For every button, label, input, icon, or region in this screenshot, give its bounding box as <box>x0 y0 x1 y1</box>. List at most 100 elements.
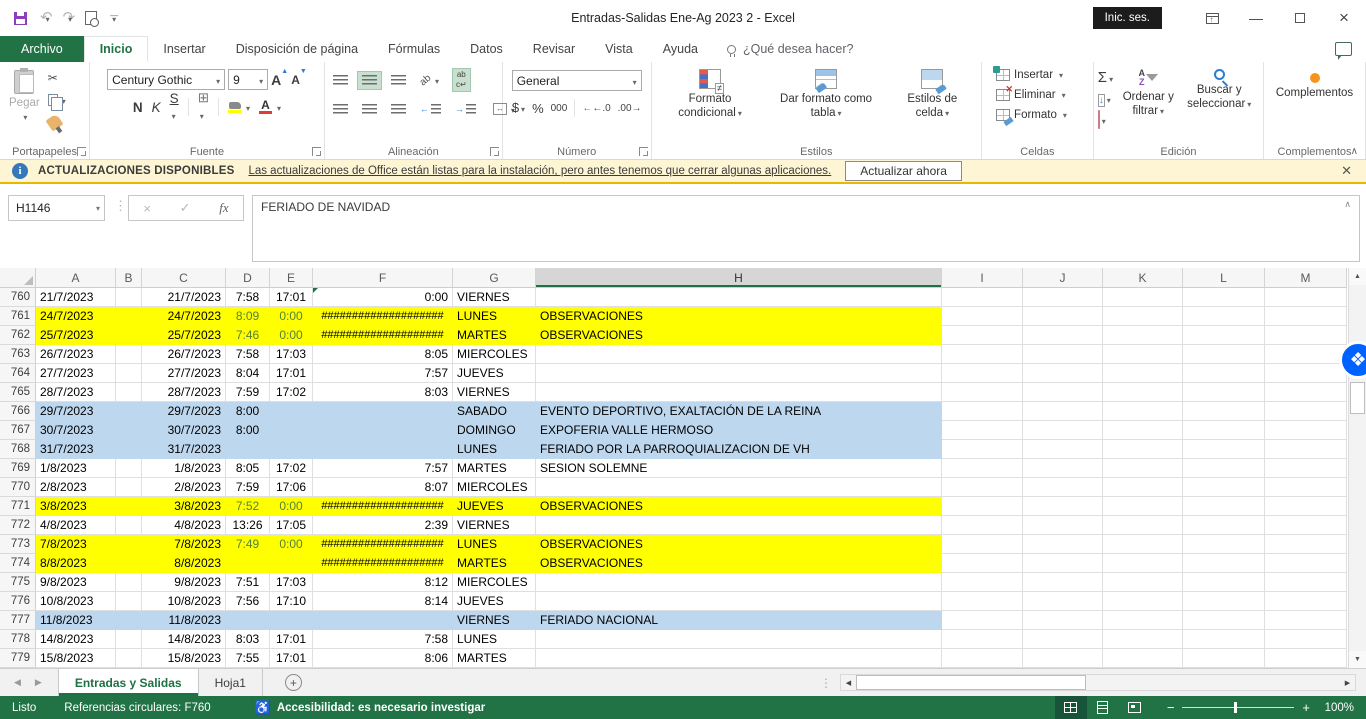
cell-B773[interactable] <box>116 535 142 554</box>
row-header-760[interactable]: 760 <box>0 288 36 307</box>
cell-B769[interactable] <box>116 459 142 478</box>
font-dialog-launcher[interactable] <box>312 147 321 156</box>
cell-M779[interactable] <box>1265 649 1347 668</box>
cell-E769[interactable]: 17:02 <box>270 459 313 478</box>
cell-E760[interactable]: 17:01 <box>270 288 313 307</box>
cell-L771[interactable] <box>1183 497 1265 516</box>
cell-F774[interactable]: #################### <box>313 554 453 573</box>
cell-M775[interactable] <box>1265 573 1347 592</box>
cell-H776[interactable] <box>536 592 942 611</box>
cell-A767[interactable]: 30/7/2023 <box>36 421 116 440</box>
cell-A776[interactable]: 10/8/2023 <box>36 592 116 611</box>
cell-K767[interactable] <box>1103 421 1183 440</box>
cell-B761[interactable] <box>116 307 142 326</box>
cell-C772[interactable]: 4/8/2023 <box>142 516 226 535</box>
cell-H761[interactable]: OBSERVACIONES <box>536 307 942 326</box>
cell-F777[interactable] <box>313 611 453 630</box>
cell-D774[interactable] <box>226 554 270 573</box>
cell-B777[interactable] <box>116 611 142 630</box>
cell-L778[interactable] <box>1183 630 1265 649</box>
cell-E776[interactable]: 17:10 <box>270 592 313 611</box>
column-header-L[interactable]: L <box>1183 268 1265 288</box>
fill-button[interactable]: ↓ <box>1098 90 1113 108</box>
cell-G765[interactable]: VIERNES <box>453 383 536 402</box>
column-header-H[interactable]: H <box>536 268 942 288</box>
cell-K771[interactable] <box>1103 497 1183 516</box>
cell-G767[interactable]: DOMINGO <box>453 421 536 440</box>
cell-L760[interactable] <box>1183 288 1265 307</box>
cell-L768[interactable] <box>1183 440 1265 459</box>
cell-I760[interactable] <box>942 288 1023 307</box>
cell-I775[interactable] <box>942 573 1023 592</box>
cell-L775[interactable] <box>1183 573 1265 592</box>
ribbon-tab-datos[interactable]: Datos <box>455 36 518 62</box>
cell-E761[interactable]: 0:00 <box>270 307 313 326</box>
cell-H770[interactable] <box>536 478 942 497</box>
cell-F766[interactable] <box>313 402 453 421</box>
cell-C764[interactable]: 27/7/2023 <box>142 364 226 383</box>
cell-A764[interactable]: 27/7/2023 <box>36 364 116 383</box>
cell-F760[interactable]: 0:00 <box>313 288 453 307</box>
cell-F762[interactable]: #################### <box>313 326 453 345</box>
restore-button[interactable] <box>1278 0 1322 36</box>
scrollbar-resize-handle[interactable]: ⋮ <box>820 676 832 690</box>
cell-F761[interactable]: #################### <box>313 307 453 326</box>
row-header-769[interactable]: 769 <box>0 459 36 478</box>
insert-function-icon[interactable]: fx <box>219 200 228 216</box>
cell-K769[interactable] <box>1103 459 1183 478</box>
undo-button[interactable]: ↶ <box>40 9 50 27</box>
column-header-F[interactable]: F <box>313 268 453 288</box>
cell-M776[interactable] <box>1265 592 1347 611</box>
cell-A765[interactable]: 28/7/2023 <box>36 383 116 402</box>
cancel-icon[interactable]: × <box>143 201 151 216</box>
cell-F778[interactable]: 7:58 <box>313 630 453 649</box>
cell-D766[interactable]: 8:00 <box>226 402 270 421</box>
cell-F767[interactable] <box>313 421 453 440</box>
cell-M762[interactable] <box>1265 326 1347 345</box>
column-header-D[interactable]: D <box>226 268 270 288</box>
save-icon[interactable] <box>14 12 27 25</box>
cell-C766[interactable]: 29/7/2023 <box>142 402 226 421</box>
cell-C762[interactable]: 25/7/2023 <box>142 326 226 345</box>
cell-G772[interactable]: VIERNES <box>453 516 536 535</box>
cell-C770[interactable]: 2/8/2023 <box>142 478 226 497</box>
cell-D768[interactable] <box>226 440 270 459</box>
cell-H777[interactable]: FERIADO NACIONAL <box>536 611 942 630</box>
ribbon-tab-revisar[interactable]: Revisar <box>518 36 590 62</box>
copy-button[interactable] <box>45 91 69 109</box>
cell-I771[interactable] <box>942 497 1023 516</box>
cell-E774[interactable] <box>270 554 313 573</box>
cell-E779[interactable]: 17:01 <box>270 649 313 668</box>
increase-decimal-button[interactable]: ←←.0 <box>582 103 610 114</box>
row-header-767[interactable]: 767 <box>0 421 36 440</box>
italic-button[interactable]: K <box>152 100 161 115</box>
format-painter-button[interactable] <box>45 113 69 131</box>
conditional-formatting-button[interactable]: Formato condicional <box>656 65 765 125</box>
cell-D771[interactable]: 7:52 <box>226 497 270 516</box>
cell-E770[interactable]: 17:06 <box>270 478 313 497</box>
cell-A778[interactable]: 14/8/2023 <box>36 630 116 649</box>
cell-A775[interactable]: 9/8/2023 <box>36 573 116 592</box>
row-header-765[interactable]: 765 <box>0 383 36 402</box>
cell-J765[interactable] <box>1023 383 1103 402</box>
row-header-766[interactable]: 766 <box>0 402 36 421</box>
cell-J775[interactable] <box>1023 573 1103 592</box>
cell-L774[interactable] <box>1183 554 1265 573</box>
collapse-ribbon-icon[interactable]: ∧ <box>1351 146 1358 157</box>
column-header-G[interactable]: G <box>453 268 536 288</box>
cell-D763[interactable]: 7:58 <box>226 345 270 364</box>
cell-F776[interactable]: 8:14 <box>313 592 453 611</box>
cell-A760[interactable]: 21/7/2023 <box>36 288 116 307</box>
cell-G763[interactable]: MIERCOLES <box>453 345 536 364</box>
cell-A777[interactable]: 11/8/2023 <box>36 611 116 630</box>
number-format-select[interactable]: General <box>512 70 642 91</box>
cell-H768[interactable]: FERIADO POR LA PARROQUIALIZACION DE VH <box>536 440 942 459</box>
scroll-down-icon[interactable]: ▼ <box>1349 651 1366 668</box>
sheet-prev-icon[interactable]: ◀ <box>14 677 21 688</box>
cell-A768[interactable]: 31/7/2023 <box>36 440 116 459</box>
cell-G778[interactable]: LUNES <box>453 630 536 649</box>
vertical-scrollbar-thumb[interactable] <box>1350 382 1365 414</box>
cell-G761[interactable]: LUNES <box>453 307 536 326</box>
zoom-slider-thumb[interactable] <box>1234 702 1237 713</box>
notification-link[interactable]: Las actualizaciones de Office están list… <box>248 165 831 177</box>
